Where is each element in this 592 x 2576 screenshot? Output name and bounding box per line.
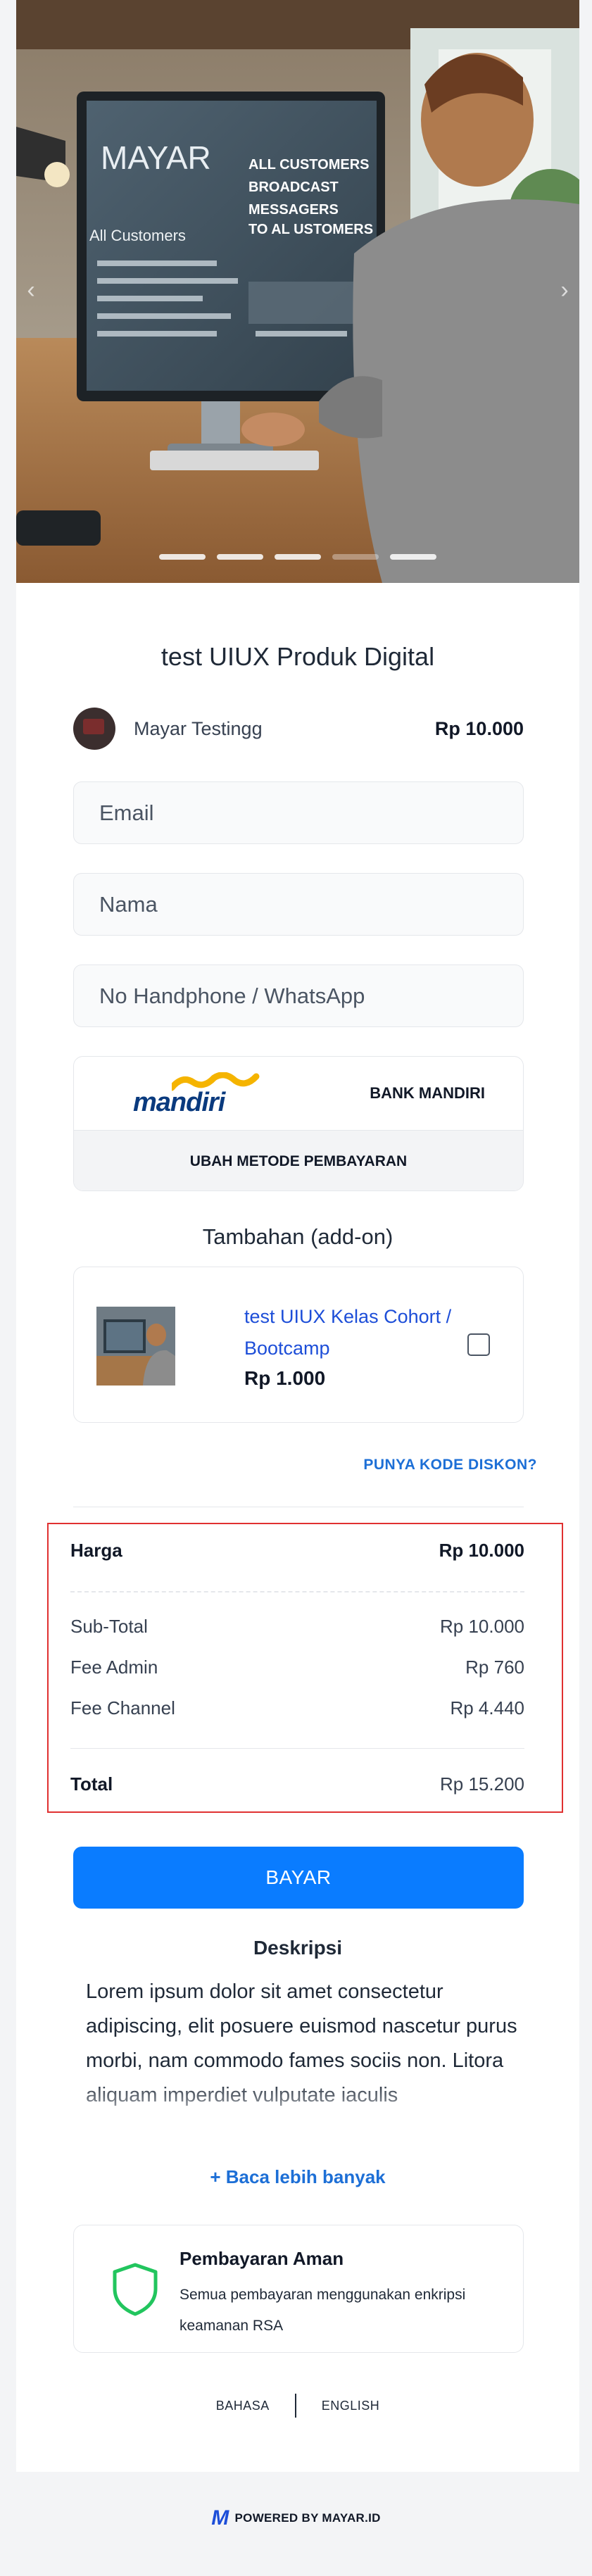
fee-channel-label: Fee Channel bbox=[70, 1697, 175, 1719]
seller-name: Mayar Testingg bbox=[134, 717, 263, 739]
screen-subtitle: All Customers bbox=[89, 227, 186, 244]
addon-checkbox[interactable] bbox=[467, 1333, 490, 1356]
summary-row-total: Total Rp 15.200 bbox=[70, 1773, 524, 1795]
email-input[interactable] bbox=[73, 781, 524, 844]
language-label: BAHASA bbox=[215, 2398, 270, 2413]
product-price: Rp 10.000 bbox=[434, 717, 524, 739]
change-payment-button[interactable]: UBAH METODE PEMBAYARAN bbox=[74, 1130, 523, 1190]
summary-row-subtotal: Sub-Total Rp 10.000 bbox=[70, 1616, 524, 1638]
total-value: Rp 15.200 bbox=[440, 1773, 524, 1795]
addon-image bbox=[96, 1307, 175, 1386]
seller-avatar bbox=[73, 708, 115, 750]
seller-row: Mayar Testingg Rp 10.000 bbox=[73, 708, 524, 750]
carousel-dot[interactable] bbox=[390, 554, 436, 560]
summary-row-fee-channel: Fee Channel Rp 4.440 bbox=[70, 1697, 524, 1719]
powered-by-text: POWERED BY MAYAR.ID bbox=[234, 2511, 381, 2525]
price-summary: Harga Rp 10.000 Sub-Total Rp 10.000 Fee … bbox=[47, 1523, 563, 1813]
powered-by[interactable]: M POWERED BY MAYAR.ID bbox=[0, 2506, 592, 2530]
language-separator bbox=[294, 2394, 296, 2418]
secure-title: Pembayaran Aman bbox=[180, 2248, 344, 2269]
bank-logo-text: mandiri bbox=[133, 1088, 225, 1117]
name-input[interactable] bbox=[73, 873, 524, 936]
read-more-link[interactable]: + Baca lebih banyak bbox=[16, 2166, 579, 2188]
addon-title[interactable]: test UIUX Kelas Cohort / Bootcamp bbox=[244, 1301, 477, 1364]
carousel-prev-icon[interactable]: ‹ bbox=[20, 276, 42, 304]
mandiri-logo: mandiri bbox=[133, 1072, 260, 1117]
product-title: test UIUX Produk Digital bbox=[160, 642, 435, 671]
addon-heading: Tambahan (add-on) bbox=[202, 1224, 393, 1249]
payment-method-card: mandiri BANK MANDIRI UBAH METODE PEMBAYA… bbox=[73, 1056, 524, 1191]
fee-admin-label: Fee Admin bbox=[70, 1657, 158, 1678]
summary-row-fee-admin: Fee Admin Rp 760 bbox=[70, 1657, 524, 1678]
addon-price: Rp 1.000 bbox=[244, 1367, 326, 1389]
mayar-logo-icon: M bbox=[211, 2506, 229, 2530]
total-label: Total bbox=[70, 1773, 113, 1795]
language-option-english[interactable]: ENGLISH bbox=[322, 2399, 380, 2413]
carousel-next-icon[interactable]: › bbox=[554, 276, 575, 304]
dashed-divider bbox=[70, 1591, 524, 1592]
carousel-dot[interactable] bbox=[217, 554, 263, 560]
carousel-indicators bbox=[16, 554, 579, 560]
checkout-card: MAYAR ALL CUSTOMERS BROADCAST MESSAGERS … bbox=[16, 0, 579, 2472]
summary-row-harga: Harga Rp 10.000 bbox=[70, 1540, 524, 1562]
harga-value: Rp 10.000 bbox=[439, 1540, 524, 1561]
description-heading: Deskripsi bbox=[253, 1937, 343, 1959]
subtotal-label: Sub-Total bbox=[70, 1616, 148, 1637]
description-fade bbox=[86, 2080, 522, 2133]
harga-label: Harga bbox=[70, 1540, 122, 1561]
carousel-dot[interactable] bbox=[159, 554, 206, 560]
product-image-carousel[interactable]: MAYAR ALL CUSTOMERS BROADCAST MESSAGERS … bbox=[16, 0, 579, 583]
fee-channel-value: Rp 4.440 bbox=[450, 1697, 524, 1719]
summary-divider bbox=[70, 1748, 524, 1749]
fee-admin-value: Rp 760 bbox=[465, 1657, 524, 1678]
carousel-dot[interactable] bbox=[275, 554, 321, 560]
discount-code-link[interactable]: PUNYA KODE DISKON? bbox=[363, 1457, 537, 1474]
pay-button[interactable]: BAYAR bbox=[73, 1847, 524, 1909]
screen-brand: MAYAR bbox=[101, 139, 211, 176]
shield-icon bbox=[113, 2263, 158, 2316]
language-switcher: BAHASA ENGLISH bbox=[16, 2394, 579, 2418]
carousel-dot-active[interactable] bbox=[332, 554, 379, 560]
phone-input[interactable] bbox=[73, 965, 524, 1027]
subtotal-value: Rp 10.000 bbox=[440, 1616, 524, 1637]
secure-text: Semua pembayaran menggunakan enkripsi ke… bbox=[180, 2287, 466, 2334]
addon-card[interactable]: test UIUX Kelas Cohort / Bootcamp Rp 1.0… bbox=[73, 1267, 524, 1423]
selected-bank[interactable]: mandiri BANK MANDIRI bbox=[74, 1057, 523, 1130]
product-image: MAYAR ALL CUSTOMERS BROADCAST MESSAGERS … bbox=[16, 0, 579, 583]
secure-payment-card: Pembayaran Aman Semua pembayaran menggun… bbox=[73, 2225, 524, 2353]
bank-name: BANK MANDIRI bbox=[370, 1084, 485, 1102]
